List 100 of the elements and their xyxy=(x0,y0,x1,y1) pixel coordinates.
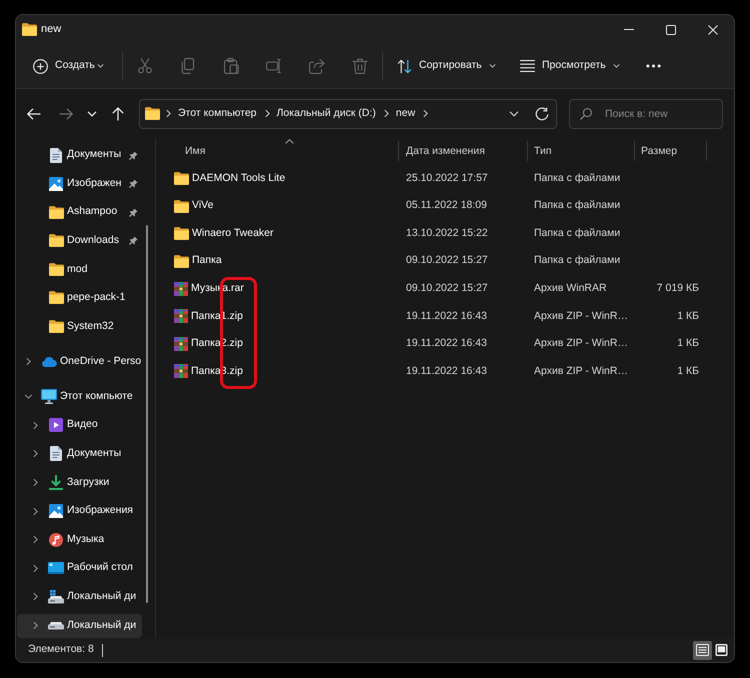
sidebar-item[interactable]: Документы xyxy=(17,442,142,466)
column-header[interactable]: Тип xyxy=(534,144,552,160)
chevron-down-icon[interactable] xyxy=(24,394,32,400)
sidebar-item[interactable]: Рабочий стол xyxy=(17,556,142,580)
type-cell-text: Архив ZIP - WinR… xyxy=(534,336,628,352)
chevron-down-icon[interactable] xyxy=(97,64,104,68)
cloud-icon xyxy=(41,356,57,367)
chevron-right-icon[interactable] xyxy=(32,592,38,602)
video-icon xyxy=(49,418,63,432)
folder-icon xyxy=(48,262,64,276)
folder-icon xyxy=(174,172,189,186)
monitor-icon xyxy=(41,389,57,404)
drive-icon xyxy=(48,590,64,604)
scrollbar-thumb[interactable] xyxy=(146,225,148,603)
sidebar-item[interactable]: pepe-pack-1 xyxy=(17,286,142,310)
sidebar-item[interactable]: Локальный ди xyxy=(17,614,142,638)
new-button[interactable]: Создать xyxy=(33,58,104,74)
refresh-icon[interactable] xyxy=(535,106,549,120)
sidebar-item[interactable]: Ashampoo xyxy=(17,200,142,224)
details-view-button[interactable] xyxy=(693,640,712,660)
chevron-down-icon[interactable] xyxy=(509,110,519,116)
type-cell-text: Архив ZIP - WinR… xyxy=(534,364,628,379)
sidebar-item[interactable]: Музыка xyxy=(17,528,142,552)
size-cell-text: 1 КБ xyxy=(677,336,699,352)
sidebar-item[interactable]: Локальный ди xyxy=(17,584,142,609)
size-cell-text: 1 КБ xyxy=(677,308,699,324)
tile-square-icon xyxy=(715,644,728,656)
date-cell-text: 09.10.2022 15:27 xyxy=(406,253,488,268)
more-dots-icon[interactable] xyxy=(646,64,661,68)
document-icon xyxy=(50,148,62,162)
view-button[interactable]: Просмотреть xyxy=(520,58,620,74)
close-icon[interactable] xyxy=(708,24,718,34)
folder-icon xyxy=(48,234,64,248)
chevron-right-icon[interactable] xyxy=(32,535,38,544)
file-name[interactable]: Папка xyxy=(174,253,222,270)
date-cell-text: 09.10.2022 15:27 xyxy=(406,281,488,296)
type-cell-text: Папка с файлами xyxy=(534,170,620,186)
chevron-right-icon[interactable] xyxy=(32,420,38,430)
file-name[interactable]: ViVe xyxy=(174,198,214,214)
chevron-right-icon[interactable] xyxy=(32,621,38,630)
column-header[interactable]: Имя xyxy=(185,144,206,160)
sidebar-item[interactable]: System32 xyxy=(17,314,142,339)
date-cell-text: 25.10.2022 17:57 xyxy=(406,170,488,186)
music-note-icon xyxy=(49,532,63,547)
sort-button[interactable]: Сортировать xyxy=(397,58,496,74)
type-cell-text: Папка с файлами xyxy=(534,253,620,268)
sort-arrows-icon xyxy=(397,58,412,74)
breadcrumb[interactable]: Этот компьютер xyxy=(178,106,257,122)
sidebar-item[interactable]: Видео xyxy=(17,413,142,438)
type-cell-text: Папка с файлами xyxy=(534,198,620,214)
type-cell-text: Папка с файлами xyxy=(534,226,620,241)
chevron-right-icon[interactable] xyxy=(264,109,270,118)
sidebar-item[interactable]: Этот компьюте xyxy=(17,384,142,409)
chevron-right-icon[interactable] xyxy=(32,564,38,573)
file-name[interactable]: Winaero Tweaker xyxy=(174,226,274,242)
drive-icon xyxy=(48,622,64,630)
picture-icon xyxy=(49,504,63,518)
date-cell-text: 19.11.2022 16:43 xyxy=(406,336,487,352)
chevron-right-icon[interactable] xyxy=(423,109,428,118)
date-cell-text: 19.11.2022 16:43 xyxy=(406,308,487,324)
sidebar-item[interactable]: Документы xyxy=(17,143,142,167)
chevron-right-icon[interactable] xyxy=(384,109,389,118)
document-icon xyxy=(50,446,62,462)
chevron-right-icon[interactable] xyxy=(166,109,171,118)
download-icon xyxy=(49,475,63,490)
archive-icon xyxy=(174,364,188,378)
breadcrumb[interactable]: new xyxy=(396,106,416,122)
date-cell-text: 19.11.2022 16:43 xyxy=(406,364,487,379)
plus-circle-icon xyxy=(33,58,48,74)
breadcrumb[interactable]: Локальный диск (D:) xyxy=(276,106,376,122)
chevron-down-icon[interactable] xyxy=(613,64,620,68)
search-field[interactable]: Поиск в: new xyxy=(569,98,723,128)
chevron-right-icon[interactable] xyxy=(32,478,38,488)
folder-icon xyxy=(48,320,64,334)
file-name[interactable]: DAEMON Tools Lite xyxy=(174,170,286,187)
column-header[interactable]: Размер xyxy=(641,144,678,160)
address-bar[interactable]: Этот компьютер Локальный диск (D:) new xyxy=(139,98,557,128)
column-header[interactable]: Дата изменения xyxy=(406,144,485,160)
sidebar-item[interactable]: Downloads xyxy=(17,228,142,253)
folder-icon xyxy=(145,107,160,120)
sort-caret-icon[interactable] xyxy=(285,139,294,144)
size-cell-text: 1 КБ xyxy=(677,364,699,379)
maximize-icon[interactable] xyxy=(666,24,676,34)
chevron-right-icon[interactable] xyxy=(32,449,38,458)
date-cell-text: 05.11.2022 18:09 xyxy=(406,198,487,214)
sidebar-item[interactable]: Изображен xyxy=(17,172,142,196)
archive-icon xyxy=(174,282,188,296)
sidebar-item[interactable]: Загрузки xyxy=(17,470,142,495)
sidebar-item[interactable]: Изображения xyxy=(17,499,142,524)
chevron-right-icon[interactable] xyxy=(32,506,38,516)
list-lines-icon xyxy=(520,60,535,72)
type-cell-text: Архив WinRAR xyxy=(534,281,607,296)
arrow-up-icon[interactable] xyxy=(112,106,124,120)
chevron-down-icon[interactable] xyxy=(489,64,496,68)
sidebar-item[interactable]: OneDrive - Perso xyxy=(17,350,142,374)
sidebar-item[interactable]: mod xyxy=(17,257,142,282)
date-cell-text: 13.10.2022 15:22 xyxy=(406,226,488,241)
chevron-right-icon[interactable] xyxy=(26,357,30,366)
desktop-icon xyxy=(48,562,64,574)
arrow-left-icon[interactable] xyxy=(26,108,40,120)
